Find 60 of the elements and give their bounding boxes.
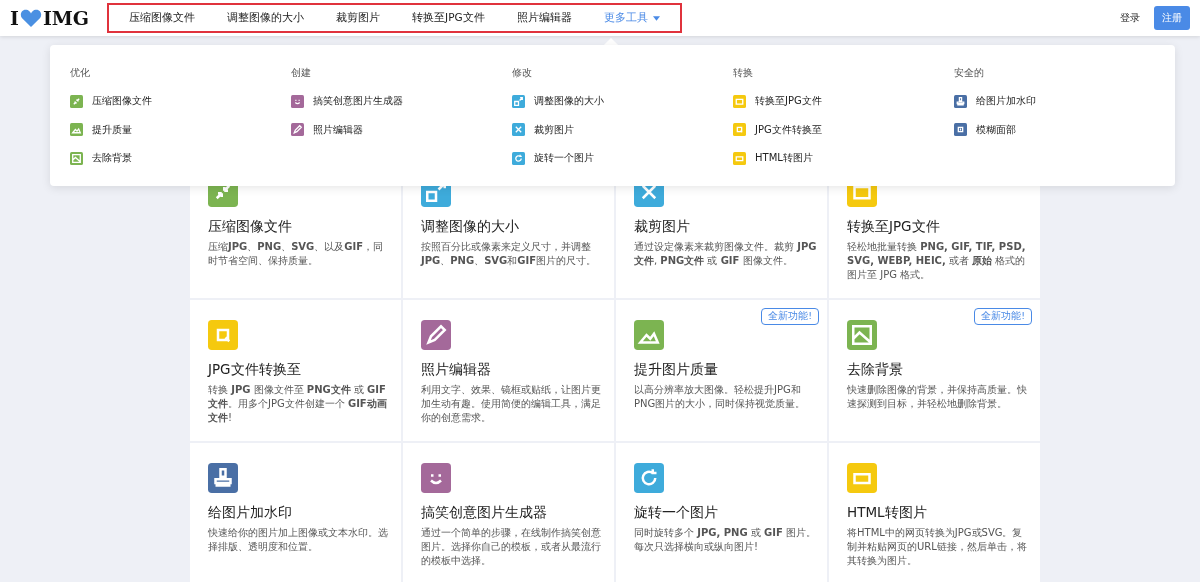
tool-card[interactable]: 全新功能! 去除背景 快速删除图像的背景，并保持高质量。快速探测到目标，并轻松地删除背景。	[829, 300, 1040, 441]
nav-link[interactable]: 调整图像的大小	[213, 11, 319, 25]
nav-link[interactable]: 更多工具	[589, 11, 674, 25]
menu-item[interactable]: 照片编辑器	[291, 122, 512, 137]
menu-heading: 优化	[70, 66, 91, 80]
menu-heading: 安全的	[954, 66, 985, 80]
tool-card[interactable]: 搞笑创意图片生成器 通过一个简单的步骤，在线制作搞笑创意图片。选择你自己的模板，或者从最流行的模板中选择。	[403, 443, 614, 582]
menu-heading: 修改	[512, 66, 533, 80]
menu-item[interactable]: 压缩图像文件	[70, 94, 291, 108]
card-description: 转换 JPG 图像文件至 PNG文件 或 GIF文件。用多个JPG文件创建一个 GIF动画文件!	[208, 383, 388, 425]
card-title: 裁剪图片	[634, 218, 691, 236]
new-feature-badge: 全新功能!	[761, 308, 819, 325]
card-title: 压缩图像文件	[208, 218, 293, 236]
menu-heading: 创建	[291, 66, 312, 80]
nav-link[interactable]: 压缩图像文件	[115, 11, 210, 25]
menu-item[interactable]: JPG文件转换至	[733, 122, 954, 137]
caret-icon	[652, 15, 660, 21]
card-title: 去除背景	[847, 361, 904, 379]
menu-item[interactable]: 搞笑创意图片生成器	[291, 94, 512, 108]
card-description: 利用文字、效果、镜框或贴纸，让图片更加生动有趣。使用简便的编辑工具，满足你的创意需求。	[421, 383, 602, 425]
new-feature-badge: 全新功能!	[974, 308, 1032, 325]
tool-card[interactable]: 照片编辑器 利用文字、效果、镜框或贴纸，让图片更加生动有趣。使用简便的编辑工具，满足你的创意需求。	[403, 300, 614, 441]
card-title: 照片编辑器	[421, 361, 492, 379]
menu-heading: 转换	[733, 66, 754, 80]
card-description: 快速删除图像的背景，并保持高质量。快速探测到目标，并轻松地删除背景。	[847, 383, 1028, 411]
menu-item[interactable]: 调整图像的大小	[512, 94, 733, 108]
card-description: 快速给你的图片加上图像或文本水印。选择排版、透明度和位置。	[208, 526, 389, 554]
menu-item[interactable]: 转换至JPG文件	[733, 94, 954, 108]
card-description: 按照百分比或像素来定义尺寸，并调整JPG、PNG、SVG和GIF图片的尺寸。	[421, 240, 598, 268]
card-title: JPG文件转换至	[208, 361, 302, 379]
card-title: 调整图像的大小	[421, 218, 520, 236]
card-description: 轻松地批量转换 PNG, GIF, TIF, PSD, SVG, WEBP, HEIC, 或者 原始 格式的图片至 JPG 格式。	[847, 240, 1027, 282]
card-title: 搞笑创意图片生成器	[421, 504, 548, 522]
card-title: 旋转一个图片	[634, 504, 719, 522]
nav-link[interactable]: 裁剪图片	[322, 11, 395, 25]
card-description: 通过设定像素来裁剪图像文件。裁剪 JPG文件, PNG文件 或 GIF 图像文件。	[634, 240, 817, 268]
card-description: 将HTML中的网页转换为JPG或SVG。复制并粘贴网页的URL链接，然后单击，将其转换为图片。	[847, 526, 1028, 568]
card-title: 提升图片质量	[634, 361, 719, 379]
menu-item[interactable]: 模糊面部	[954, 122, 1175, 137]
tool-card[interactable]: 全新功能! 提升图片质量 以高分辨率放大图像。轻松提升JPG和PNG图片的大小，同时保持视觉质量。	[616, 300, 827, 441]
card-description: 以高分辨率放大图像。轻松提升JPG和PNG图片的大小，同时保持视觉质量。	[634, 383, 807, 411]
logo-text: I	[10, 7, 19, 29]
tool-card[interactable]: 旋转一个图片 同时旋转多个 JPG, PNG 或 GIF 图片。每次只选择横向或纵向图片!	[616, 443, 827, 582]
tool-card[interactable]: HTML转图片 将HTML中的网页转换为JPG或SVG。复制并粘贴网页的URL链接，然后单击，将其转换为图片。	[829, 443, 1040, 582]
card-title: HTML转图片	[847, 504, 928, 522]
card-description: 同时旋转多个 JPG, PNG 或 GIF 图片。每次只选择横向或纵向图片!	[634, 526, 817, 554]
tool-card[interactable]: JPG文件转换至 转换 JPG 图像文件至 PNG文件 或 GIF文件。用多个JPG文件创建一个 GIF动画文件!	[190, 300, 401, 441]
menu-item[interactable]: 裁剪图片	[512, 122, 733, 137]
card-title: 转换至JPG文件	[847, 218, 941, 236]
login-link[interactable]: 登录	[1114, 10, 1146, 26]
card-title: 给图片加水印	[208, 504, 293, 522]
menu-item[interactable]: 给图片加水印	[954, 94, 1175, 108]
logo-text: IMG	[42, 7, 90, 29]
nav-link[interactable]: 转换至JPG文件	[398, 11, 499, 25]
nav-link[interactable]: 照片编辑器	[502, 11, 586, 25]
heart-icon	[19, 8, 42, 28]
card-description: 压缩JPG、PNG、SVG、以及GIF，同时节省空间、保持质量。	[208, 240, 385, 268]
menu-item[interactable]: 提升质量	[70, 122, 291, 137]
tool-card[interactable]: 给图片加水印 快速给你的图片加上图像或文本水印。选择排版、透明度和位置。	[190, 443, 401, 582]
card-description: 通过一个简单的步骤，在线制作搞笑创意图片。选择你自己的模板，或者从最流行的模板中选择。	[421, 526, 602, 568]
